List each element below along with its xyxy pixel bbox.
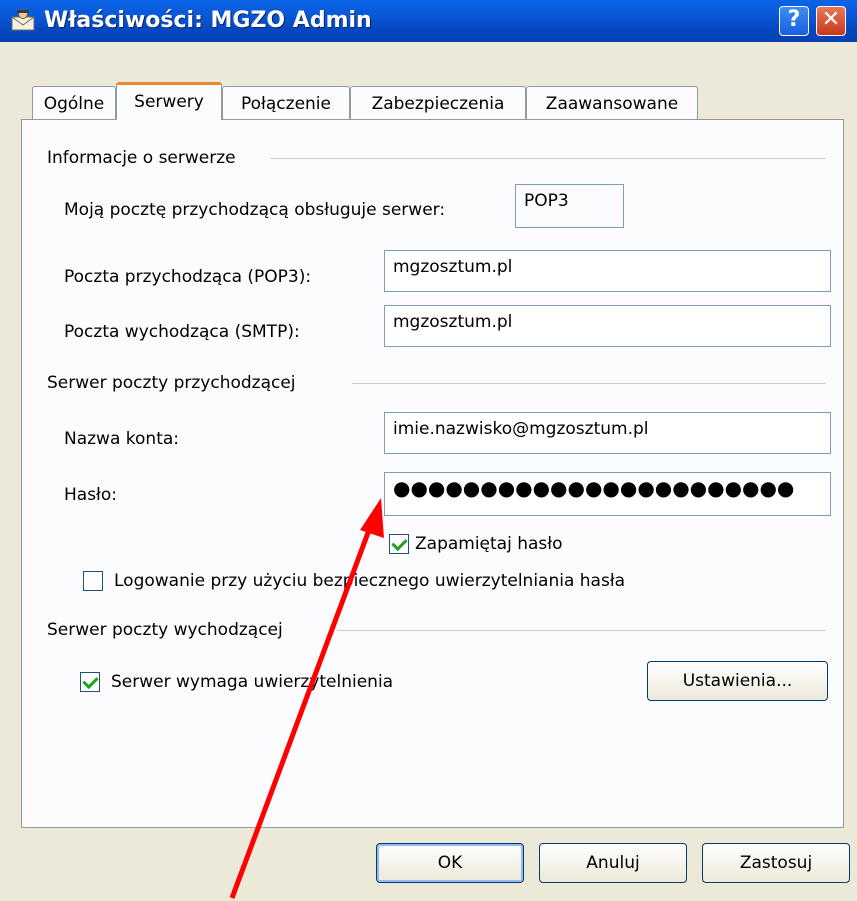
incoming-mail-label: Poczta przychodząca (POP3): [64, 267, 312, 287]
outgoing-server-group-label: Serwer poczty wychodzącej [47, 620, 283, 640]
remember-password-checkbox[interactable] [389, 534, 409, 554]
help-button[interactable]: ? [779, 6, 809, 36]
close-button[interactable]: ✕ [816, 6, 846, 36]
incoming-server-group-label: Serwer poczty przychodzącej [47, 373, 296, 393]
tab-general[interactable]: Ogólne [32, 86, 116, 120]
tab-advanced[interactable]: Zaawansowane [526, 86, 698, 120]
tab-servers[interactable]: Serwery [116, 82, 222, 120]
settings-button[interactable]: Ustawienia... [647, 661, 828, 701]
window-title: Właściwości: MGZO Admin [44, 8, 372, 33]
account-name-input[interactable]: imie.nazwisko@mgzosztum.pl [384, 412, 831, 454]
tab-connection[interactable]: Połączenie [222, 86, 350, 120]
secure-password-auth-label[interactable]: Logowanie przy użyciu bezpiecznego uwier… [114, 570, 625, 592]
group-divider [352, 383, 826, 384]
server-requires-auth-checkbox[interactable] [80, 672, 100, 692]
server-info-group-label: Informacje o serwerze [47, 148, 236, 168]
mail-account-icon [11, 9, 35, 31]
ok-button[interactable]: OK [376, 843, 524, 883]
properties-dialog: Właściwości: MGZO Admin ? ✕ Ogólne Serwe… [0, 0, 857, 901]
apply-button[interactable]: Zastosuj [702, 843, 850, 883]
password-input[interactable]: ●●●●●●●●●●●●●●●●●●●●●●● [384, 472, 831, 516]
remember-password-label[interactable]: Zapamiętaj hasło [415, 533, 563, 555]
outgoing-mail-input[interactable]: mgzosztum.pl [384, 305, 831, 347]
incoming-server-type-label: Moją pocztę przychodzącą obsługuje serwe… [64, 200, 446, 220]
cancel-button[interactable]: Anuluj [539, 843, 687, 883]
outgoing-mail-label: Poczta wychodząca (SMTP): [64, 322, 300, 342]
group-divider [337, 630, 826, 631]
secure-password-auth-checkbox[interactable] [83, 571, 103, 591]
incoming-server-type-value: POP3 [515, 184, 624, 228]
account-name-label: Nazwa konta: [64, 429, 180, 449]
group-divider [270, 158, 826, 159]
title-bar[interactable]: Właściwości: MGZO Admin ? ✕ [0, 0, 857, 42]
tab-security[interactable]: Zabezpieczenia [350, 86, 526, 120]
password-label: Hasło: [64, 485, 118, 505]
server-requires-auth-label[interactable]: Serwer wymaga uwierzytelnienia [111, 671, 393, 693]
incoming-mail-input[interactable]: mgzosztum.pl [384, 250, 831, 292]
